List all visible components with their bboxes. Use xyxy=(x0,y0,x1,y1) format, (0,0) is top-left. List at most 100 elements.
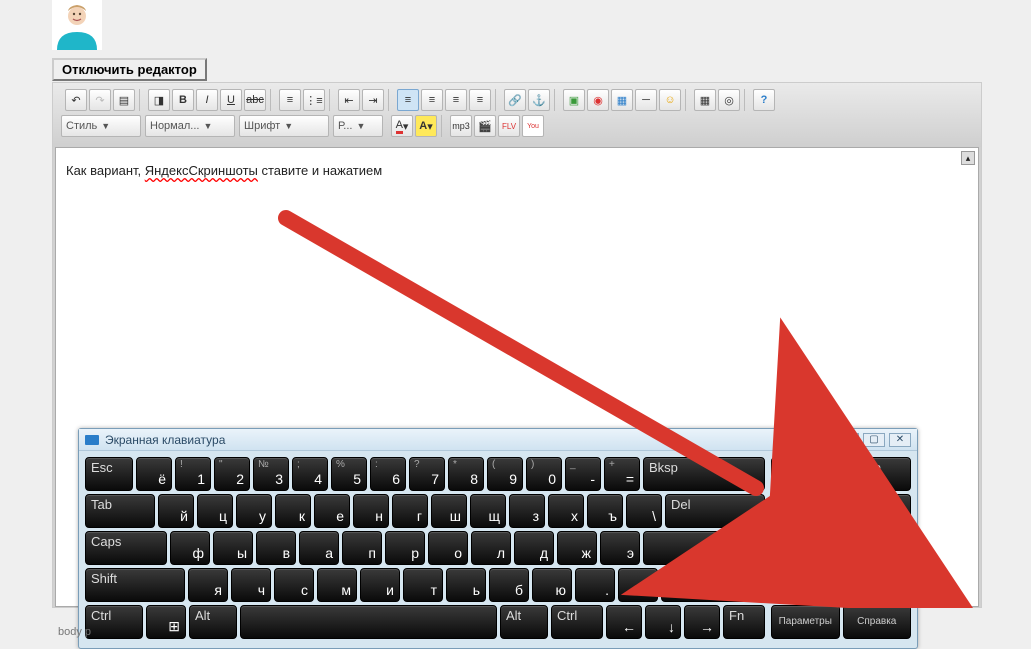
key-right[interactable]: → xyxy=(684,605,720,639)
key-0[interactable]: )0 xyxy=(526,457,562,491)
eraser-button[interactable]: ◨ xyxy=(148,89,170,111)
key-п[interactable]: п xyxy=(342,531,382,565)
maximize-button[interactable]: ▢ xyxy=(863,433,885,447)
key-sclk[interactable]: ScLk xyxy=(843,568,912,602)
key-7[interactable]: ?7 xyxy=(409,457,445,491)
select-all-button[interactable]: ▦ xyxy=(694,89,716,111)
key-↑[interactable]: ↑ xyxy=(618,568,658,602)
key-bksp[interactable]: Bksp xyxy=(643,457,765,491)
key-3[interactable]: №3 xyxy=(253,457,289,491)
key-params[interactable]: Параметры xyxy=(771,605,840,639)
key-5[interactable]: %5 xyxy=(331,457,367,491)
key-ctrl-r[interactable]: Ctrl xyxy=(551,605,603,639)
key-pgdn[interactable]: PgDn xyxy=(843,494,912,528)
key-del[interactable]: Del xyxy=(665,494,765,528)
underline-button[interactable]: U xyxy=(220,89,242,111)
key-а[interactable]: а xyxy=(299,531,339,565)
key-х[interactable]: х xyxy=(548,494,584,528)
editor-content-area[interactable]: ▴ Как вариант, ЯндексСкриншоты ставите и… xyxy=(55,147,979,607)
key-ь[interactable]: ь xyxy=(446,568,486,602)
key-м[interactable]: м xyxy=(317,568,357,602)
key-е[interactable]: е xyxy=(314,494,350,528)
strike-button[interactable]: abc xyxy=(244,89,266,111)
key-end[interactable]: End xyxy=(771,494,840,528)
hr-button[interactable]: ─ xyxy=(635,89,657,111)
outdent-button[interactable]: ⇤ xyxy=(338,89,360,111)
key-ы[interactable]: ы xyxy=(213,531,253,565)
youtube-button[interactable]: You xyxy=(522,115,544,137)
key-я[interactable]: я xyxy=(188,568,228,602)
key-н[interactable]: н xyxy=(353,494,389,528)
key--[interactable]: _- xyxy=(565,457,601,491)
key-р[interactable]: р xyxy=(385,531,425,565)
key-pgup[interactable]: PgUp xyxy=(843,457,912,491)
key-pause[interactable]: Pause xyxy=(843,531,912,565)
key-shift-r[interactable]: Shift xyxy=(661,568,765,602)
key-yo[interactable]: ё xyxy=(136,457,172,491)
key-fn[interactable]: Fn xyxy=(723,605,765,639)
bgcolor-button[interactable]: A▾ xyxy=(415,115,437,137)
source-button[interactable]: ▤ xyxy=(113,89,135,111)
key-space[interactable] xyxy=(240,605,497,639)
key-ч[interactable]: ч xyxy=(231,568,271,602)
font-select[interactable]: Шрифт▼ xyxy=(239,115,329,137)
key-с[interactable]: с xyxy=(274,568,314,602)
bold-button[interactable]: B xyxy=(172,89,194,111)
key-alt-r[interactable]: Alt xyxy=(500,605,548,639)
key-в[interactable]: в xyxy=(256,531,296,565)
key-и[interactable]: и xyxy=(360,568,400,602)
key-alt[interactable]: Alt xyxy=(189,605,237,639)
key-\[interactable]: \ xyxy=(626,494,662,528)
minimize-button[interactable]: ─ xyxy=(837,433,859,447)
key-home[interactable]: Home xyxy=(771,457,840,491)
smiley-button[interactable]: ☺ xyxy=(659,89,681,111)
align-center-button[interactable]: ≡ xyxy=(421,89,443,111)
table-button[interactable]: ▦ xyxy=(611,89,633,111)
scroll-up-icon[interactable]: ▴ xyxy=(961,151,975,165)
key-shift[interactable]: Shift xyxy=(85,568,185,602)
key-к[interactable]: к xyxy=(275,494,311,528)
anchor-button[interactable]: ⚓ xyxy=(528,89,550,111)
style-select[interactable]: Стиль▼ xyxy=(61,115,141,137)
flash-button[interactable]: ◉ xyxy=(587,89,609,111)
key-.[interactable]: . xyxy=(575,568,615,602)
key-ъ[interactable]: ъ xyxy=(587,494,623,528)
italic-button[interactable]: I xyxy=(196,89,218,111)
key-help[interactable]: Справка xyxy=(843,605,912,639)
align-right-button[interactable]: ≡ xyxy=(445,89,467,111)
undo-button[interactable]: ↶ xyxy=(65,89,87,111)
key-л[interactable]: л xyxy=(471,531,511,565)
mp3-button[interactable]: mp3 xyxy=(450,115,472,137)
key-left[interactable]: ← xyxy=(606,605,642,639)
indent-button[interactable]: ⇥ xyxy=(362,89,384,111)
key-ю[interactable]: ю xyxy=(532,568,572,602)
key-щ[interactable]: щ xyxy=(470,494,506,528)
key-д[interactable]: д xyxy=(514,531,554,565)
textcolor-button[interactable]: A▾ xyxy=(391,115,413,137)
disable-editor-button[interactable]: Отключить редактор xyxy=(52,58,207,81)
format-select[interactable]: Нормал...▼ xyxy=(145,115,235,137)
key-о[interactable]: о xyxy=(428,531,468,565)
key-=[interactable]: += xyxy=(604,457,640,491)
key-й[interactable]: й xyxy=(158,494,194,528)
close-button[interactable]: ✕ xyxy=(889,433,911,447)
key-т[interactable]: т xyxy=(403,568,443,602)
key-prtscn[interactable]: PrtScn xyxy=(771,568,840,602)
flv-button[interactable]: FLV xyxy=(498,115,520,137)
key-2[interactable]: "2 xyxy=(214,457,250,491)
key-4[interactable]: ;4 xyxy=(292,457,328,491)
key-ж[interactable]: ж xyxy=(557,531,597,565)
key-caps[interactable]: Caps xyxy=(85,531,167,565)
key-enter[interactable]: ⏎ xyxy=(643,531,765,565)
ul-button[interactable]: ⋮≡ xyxy=(303,89,325,111)
size-select[interactable]: Р...▼ xyxy=(333,115,383,137)
key-у[interactable]: у xyxy=(236,494,272,528)
align-justify-button[interactable]: ≡ xyxy=(469,89,491,111)
help-button[interactable]: ? xyxy=(753,89,775,111)
key-э[interactable]: э xyxy=(600,531,640,565)
key-б[interactable]: б xyxy=(489,568,529,602)
ol-button[interactable]: ≡ xyxy=(279,89,301,111)
key-1[interactable]: !1 xyxy=(175,457,211,491)
key-з[interactable]: з xyxy=(509,494,545,528)
key-г[interactable]: г xyxy=(392,494,428,528)
